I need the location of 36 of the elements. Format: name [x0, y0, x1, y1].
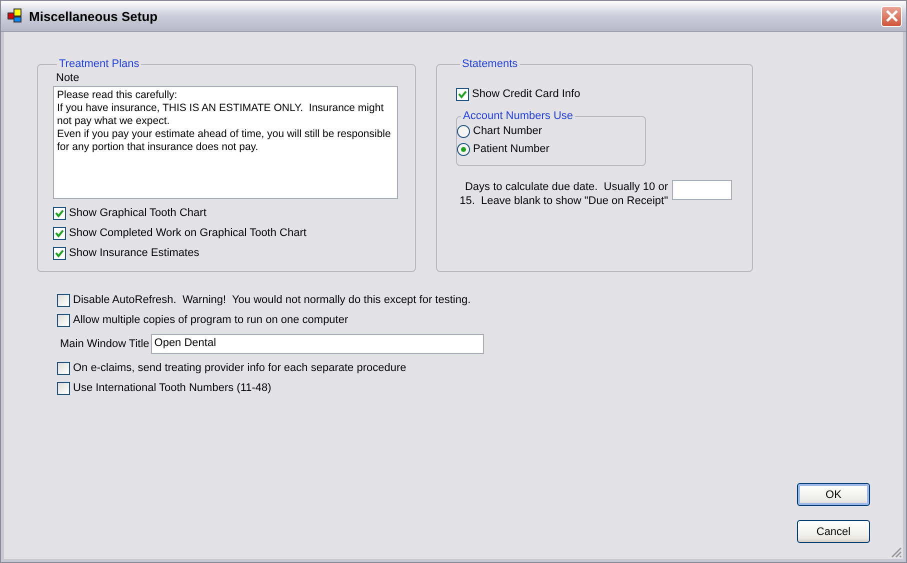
checkbox-label[interactable]: Disable AutoRefresh. Warning! You would not normally do this except for testing.: [73, 294, 471, 306]
group-title: Treatment Plans: [58, 58, 140, 70]
input-field[interactable]: [672, 180, 732, 200]
close-button[interactable]: [881, 6, 902, 26]
checkbox[interactable]: [53, 246, 66, 260]
checkbox[interactable]: [53, 206, 66, 220]
checkbox[interactable]: [57, 314, 70, 326]
radio-label[interactable]: Chart Number: [473, 125, 542, 137]
input-field[interactable]: Open Dental: [151, 334, 484, 354]
app-icon: [7, 8, 23, 24]
field-label: Main Window Title: [60, 338, 150, 350]
group-title: Account Numbers Use: [462, 110, 574, 122]
checkbox-label[interactable]: Use International Tooth Numbers (11-48): [73, 382, 272, 394]
dialog-button[interactable]: OK: [797, 483, 870, 506]
checkbox[interactable]: [53, 226, 66, 240]
checkbox[interactable]: [57, 362, 70, 374]
close-icon: [886, 10, 898, 22]
checkbox[interactable]: [57, 294, 70, 306]
checkbox[interactable]: [57, 382, 70, 394]
field-label: Note: [56, 72, 80, 84]
checkbox-label[interactable]: Show Insurance Estimates: [69, 247, 200, 259]
radio-button[interactable]: [457, 124, 470, 138]
radio-button[interactable]: [457, 142, 470, 156]
dialog-button[interactable]: Cancel: [797, 520, 870, 543]
radio-label[interactable]: Patient Number: [473, 143, 550, 155]
window-title: Miscellaneous Setup: [29, 8, 158, 24]
group-title: Statements: [461, 58, 519, 70]
checkbox-label[interactable]: Allow multiple copies of program to run on one computer: [73, 314, 348, 326]
checkbox-label[interactable]: On e-claims, send treating provider info for each separate procedure: [73, 362, 406, 374]
note-field[interactable]: Please read this carefully: If you have insurance, THIS IS AN ESTIMATE ONLY. Insurance might not pay what we expect. Even if you pay your estimate ahead of time, you will still be responsible for any portion that insurance does not pay.: [53, 86, 398, 199]
checkbox-label[interactable]: Show Graphical Tooth Chart: [69, 207, 206, 219]
checkbox-label[interactable]: Show Credit Card Info: [472, 88, 580, 100]
resize-grip-icon[interactable]: [890, 546, 902, 558]
checkbox[interactable]: [456, 88, 469, 100]
checkbox-label[interactable]: Show Completed Work on Graphical Tooth Chart: [69, 227, 306, 239]
field-label: Days to calculate due date. Usually 10 or 15. Leave blank to show "Due on Receipt": [458, 180, 668, 208]
